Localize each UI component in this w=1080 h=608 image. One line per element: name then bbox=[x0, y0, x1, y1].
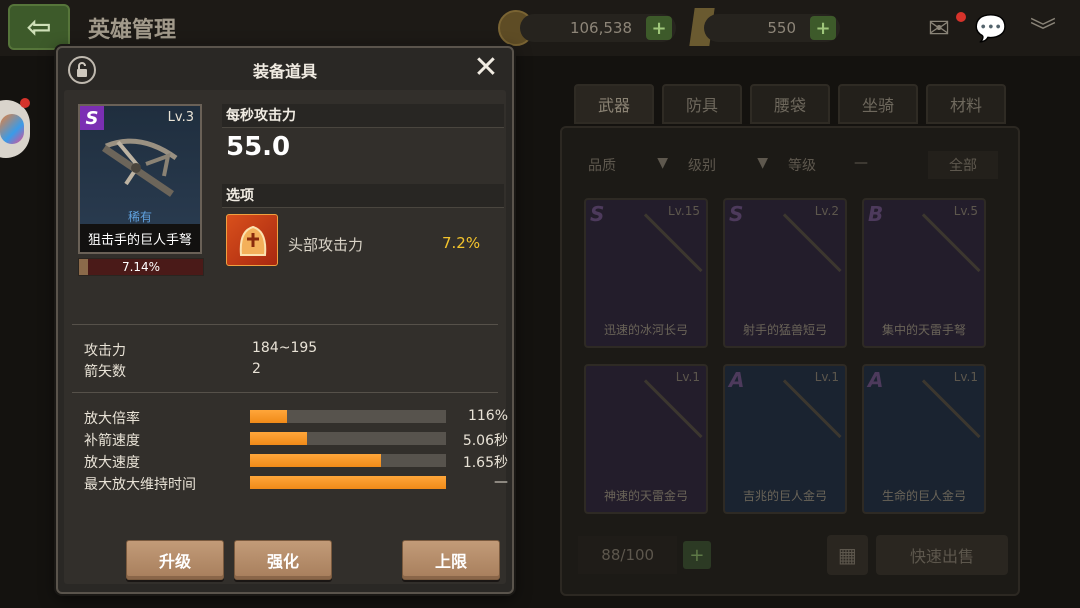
stat-bar-fill bbox=[250, 410, 288, 423]
inventory-tabs: 武器 防具 腰袋 坐骑 材料 bbox=[574, 84, 1006, 124]
stat-bar-track bbox=[250, 432, 446, 445]
tab-armor[interactable]: 防具 bbox=[662, 84, 742, 124]
coin-amount: 106,538 bbox=[569, 19, 632, 37]
close-button[interactable]: ✕ bbox=[470, 52, 502, 84]
option-header: 选项 bbox=[222, 184, 504, 208]
headshot-icon bbox=[226, 214, 278, 266]
crossbow-icon bbox=[102, 138, 178, 197]
app-icon bbox=[0, 114, 24, 144]
item-level: Lv.3 bbox=[167, 110, 194, 125]
stat-bar-row: 放大倍率 116% bbox=[84, 408, 508, 427]
mail-icon: ✉ bbox=[928, 14, 950, 44]
tab-mount[interactable]: 坐骑 bbox=[838, 84, 918, 124]
stat-row: 攻击力 184~195 bbox=[84, 340, 318, 359]
item-progress-bar: 7.14% bbox=[78, 258, 204, 276]
item-rarity: 稀有 bbox=[127, 210, 152, 224]
mail-button[interactable]: ✉ bbox=[920, 14, 958, 44]
side-notification-dot bbox=[20, 98, 30, 108]
filter-level[interactable]: 等级 — bbox=[778, 155, 878, 175]
stat-bar-row: 最大放大维持时间 — bbox=[84, 474, 508, 493]
limit-button[interactable]: 上限 bbox=[402, 540, 500, 580]
item-progress-text: 7.14% bbox=[121, 260, 161, 274]
bow-icon bbox=[728, 213, 842, 327]
enhance-button[interactable]: 强化 bbox=[234, 540, 332, 580]
inventory-capacity: 88/100 bbox=[578, 536, 678, 574]
add-coins-button[interactable]: + bbox=[646, 16, 672, 40]
screen-title: 英雄管理 bbox=[88, 18, 177, 43]
grade-badge: S bbox=[80, 106, 104, 130]
stat-bar-track bbox=[250, 454, 446, 467]
dialog-body: S Lv.3 稀有 狙击手的巨人手弩 7.14% 每秒攻击力 55.0 选项 头… bbox=[64, 90, 508, 584]
menu-button[interactable]: ︾ bbox=[1024, 14, 1062, 47]
equipment-dialog: 装备道具 ✕ S Lv.3 稀有 狙击手的巨人手弩 7.14% 每秒攻击力 55… bbox=[56, 46, 514, 594]
dropdown-arrow-icon: ▼ bbox=[757, 155, 768, 171]
dps-header: 每秒攻击力 bbox=[222, 104, 504, 128]
inventory-item[interactable]: S Lv.15 迅速的冰河长弓 bbox=[584, 198, 708, 348]
inventory-item[interactable]: Lv.1 神速的天雷金弓 bbox=[584, 364, 708, 514]
bow-icon bbox=[867, 379, 981, 493]
divider bbox=[72, 392, 498, 393]
close-icon: ✕ bbox=[473, 50, 499, 85]
bow-icon bbox=[589, 379, 703, 493]
grid-view-button[interactable]: ▦ bbox=[826, 535, 869, 575]
item-card: S Lv.3 稀有 狙击手的巨人手弩 bbox=[78, 104, 202, 254]
bow-icon bbox=[728, 379, 842, 493]
inventory-grid: S Lv.15 迅速的冰河长弓 S Lv.2 射手的猛兽短弓 B Lv.5 集中… bbox=[584, 198, 1004, 514]
grid-icon: ▦ bbox=[837, 543, 857, 567]
divider bbox=[72, 324, 498, 325]
option-name: 头部攻击力 bbox=[288, 236, 364, 254]
tab-weapons[interactable]: 武器 bbox=[574, 84, 654, 124]
dps-value: 55.0 bbox=[226, 132, 291, 162]
chevrons-down-icon: ︾ bbox=[1029, 16, 1056, 47]
stat-bar-row: 补箭速度 5.06秒 bbox=[84, 432, 508, 449]
inventory-item[interactable]: S Lv.2 射手的猛兽短弓 bbox=[723, 198, 847, 348]
gem-amount: 550 bbox=[767, 19, 796, 37]
inventory-item[interactable]: A Lv.1 生命的巨人金弓 bbox=[862, 364, 986, 514]
crossbow-icon bbox=[867, 213, 981, 327]
filter-quality[interactable]: 品质 ▼ bbox=[578, 155, 678, 175]
quick-sell-button[interactable]: 快速出售 bbox=[876, 535, 1008, 575]
tab-materials[interactable]: 材料 bbox=[926, 84, 1006, 124]
upgrade-button[interactable]: 升级 bbox=[126, 540, 224, 580]
back-arrow-icon: ⇦ bbox=[26, 9, 52, 45]
chat-button[interactable]: 💬 bbox=[972, 14, 1010, 44]
stat-bar-fill bbox=[250, 476, 446, 489]
coin-counter: 106,538 + bbox=[520, 14, 676, 42]
stat-bar-track bbox=[250, 410, 446, 423]
stat-row: 箭矢数 2 bbox=[84, 361, 261, 380]
chat-icon: 💬 bbox=[974, 14, 1008, 44]
add-gems-button[interactable]: + bbox=[810, 16, 836, 40]
inventory-filters: 品质 ▼ 级别 ▼ 等级 — 全部 bbox=[578, 148, 998, 182]
stat-bar-fill bbox=[250, 454, 382, 467]
stat-bar-row: 放大速度 1.65秒 bbox=[84, 454, 508, 471]
inventory-item[interactable]: A Lv.1 吉兆的巨人金弓 bbox=[723, 364, 847, 514]
stat-bar-track bbox=[250, 476, 446, 489]
filter-grade[interactable]: 级别 ▼ bbox=[678, 155, 778, 175]
tab-belt[interactable]: 腰袋 bbox=[750, 84, 830, 124]
inventory-footer: 88/100 + ▦ 快速出售 bbox=[578, 534, 1008, 576]
stat-bar-fill bbox=[250, 432, 307, 445]
notification-dot bbox=[956, 12, 966, 22]
filter-all[interactable]: 全部 bbox=[928, 151, 998, 179]
back-button[interactable]: ⇦ bbox=[8, 4, 70, 50]
side-app-button[interactable] bbox=[0, 100, 30, 158]
option-value: 7.2% bbox=[442, 234, 481, 252]
inventory-item[interactable]: B Lv.5 集中的天雷手弩 bbox=[862, 198, 986, 348]
gem-counter: 550 + bbox=[704, 14, 840, 42]
item-name: 狙击手的巨人手弩 bbox=[80, 224, 200, 252]
dialog-title: 装备道具 bbox=[252, 62, 317, 81]
bow-icon bbox=[589, 213, 703, 327]
dropdown-arrow-icon: ▼ bbox=[657, 155, 668, 171]
expand-inventory-button[interactable]: + bbox=[683, 541, 711, 569]
